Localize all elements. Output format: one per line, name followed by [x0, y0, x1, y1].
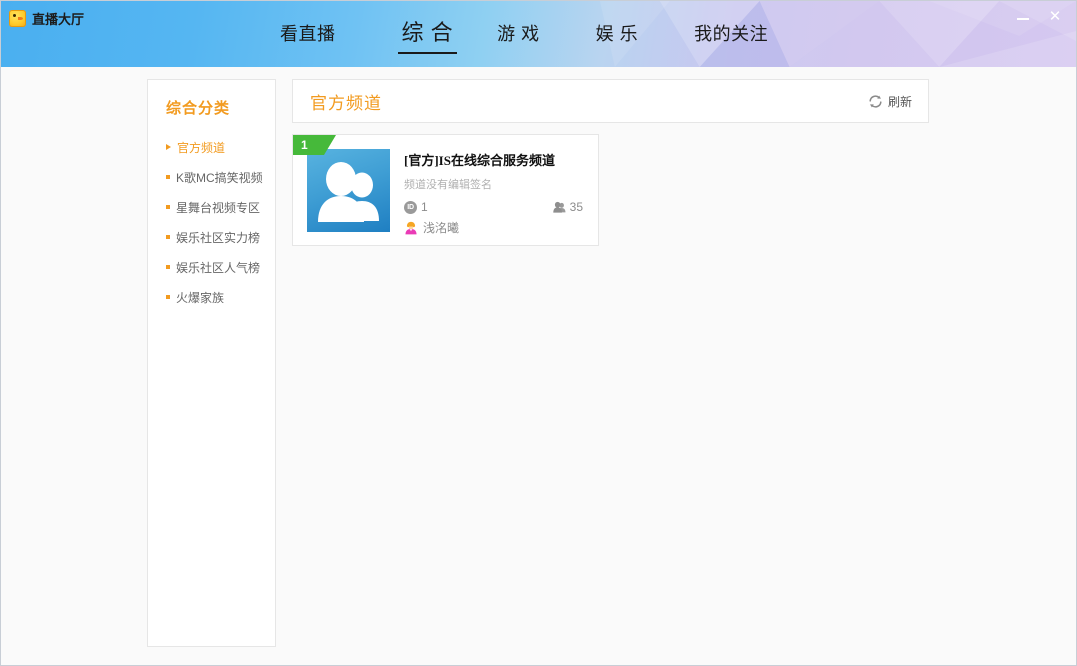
channel-info: [官方]IS在线综合服务频道 频道没有编辑签名 ID 1 [390, 135, 598, 245]
channel-signature: 频道没有编辑签名 [404, 176, 588, 192]
channel-viewers-value: 35 [570, 200, 583, 214]
sidebar-item-ktv-mc-funny-video[interactable]: K歌MC搞笑视频 [148, 162, 275, 192]
refresh-label: 刷新 [888, 93, 912, 110]
nav-tab-live[interactable]: 看直播 [280, 20, 336, 49]
square-bullet-icon [166, 235, 170, 239]
square-bullet-icon [166, 175, 170, 179]
sidebar-item-label: K歌MC搞笑视频 [176, 169, 263, 186]
window-title: 直播大厅 [32, 9, 84, 28]
square-bullet-icon [166, 205, 170, 209]
refresh-icon [868, 94, 883, 109]
sidebar: 综合分类 官方频道 K歌MC搞笑视频 星舞台视频专区 娱乐社区实力榜 [147, 79, 276, 647]
app-window: 直播大厅 看直播 综 合 游 戏 娱 乐 我的关注 ✕ 综合分类 官方频道 [0, 0, 1077, 666]
panel-header: 官方频道 刷新 [292, 79, 929, 123]
triangle-marker-icon [166, 144, 171, 150]
sidebar-item-label: 星舞台视频专区 [176, 199, 260, 216]
channel-thumbnail [307, 149, 390, 232]
sidebar-item-label: 娱乐社区实力榜 [176, 229, 260, 246]
channel-owner: 浅洺曦 [404, 219, 588, 236]
minimize-button[interactable] [1008, 5, 1038, 27]
channel-card[interactable]: 1 [官方]IS在线综合服务频道 频道没有编辑签名 [292, 134, 599, 246]
sidebar-item-star-stage-video[interactable]: 星舞台视频专区 [148, 192, 275, 222]
sidebar-item-label: 娱乐社区人气榜 [176, 259, 260, 276]
people-thumbnail-icon [307, 149, 390, 232]
sidebar-item-community-power-rank[interactable]: 娱乐社区实力榜 [148, 222, 275, 252]
square-bullet-icon [166, 265, 170, 269]
nav-tab-entertainment[interactable]: 娱 乐 [596, 20, 639, 49]
channel-owner-name: 浅洺曦 [423, 219, 459, 236]
page-title: 官方频道 [310, 89, 382, 114]
sidebar-item-hot-family[interactable]: 火爆家族 [148, 282, 275, 312]
chick-icon [9, 10, 26, 27]
window-controls: ✕ [1008, 5, 1070, 27]
sidebar-item-label: 官方频道 [177, 139, 225, 156]
sidebar-item-official-channel[interactable]: 官方频道 [148, 132, 275, 162]
square-bullet-icon [166, 295, 170, 299]
channel-viewers-stat: 35 [553, 200, 583, 214]
nav-tab-games[interactable]: 游 戏 [497, 20, 540, 49]
main-panel: 官方频道 刷新 1 [292, 79, 929, 246]
id-icon: ID [404, 201, 417, 214]
channel-id-stat: ID 1 [404, 200, 428, 214]
channel-list: 1 [官方]IS在线综合服务频道 频道没有编辑签名 [292, 134, 929, 246]
title-bar: 直播大厅 看直播 综 合 游 戏 娱 乐 我的关注 ✕ [1, 1, 1076, 67]
person-icon [553, 201, 566, 214]
channel-id-value: 1 [421, 200, 428, 214]
sidebar-item-community-popularity-rank[interactable]: 娱乐社区人气榜 [148, 252, 275, 282]
sidebar-title: 综合分类 [166, 97, 275, 118]
sidebar-list: 官方频道 K歌MC搞笑视频 星舞台视频专区 娱乐社区实力榜 娱乐社区人气榜 [148, 132, 275, 312]
rank-badge: 1 [293, 135, 324, 155]
close-icon[interactable]: ✕ [1040, 5, 1070, 27]
nav-tab-general[interactable]: 综 合 [398, 15, 458, 54]
window-title-group: 直播大厅 [9, 9, 84, 28]
channel-title: [官方]IS在线综合服务频道 [404, 150, 588, 169]
nav-tab-following[interactable]: 我的关注 [694, 20, 768, 49]
content-area: 综合分类 官方频道 K歌MC搞笑视频 星舞台视频专区 娱乐社区实力榜 [1, 67, 1076, 665]
main-nav: 看直播 综 合 游 戏 娱 乐 我的关注 [1, 1, 1076, 67]
refresh-button[interactable]: 刷新 [868, 93, 912, 110]
owner-avatar-icon [404, 221, 418, 235]
channel-stats: ID 1 35 [404, 200, 588, 214]
sidebar-item-label: 火爆家族 [176, 289, 224, 306]
